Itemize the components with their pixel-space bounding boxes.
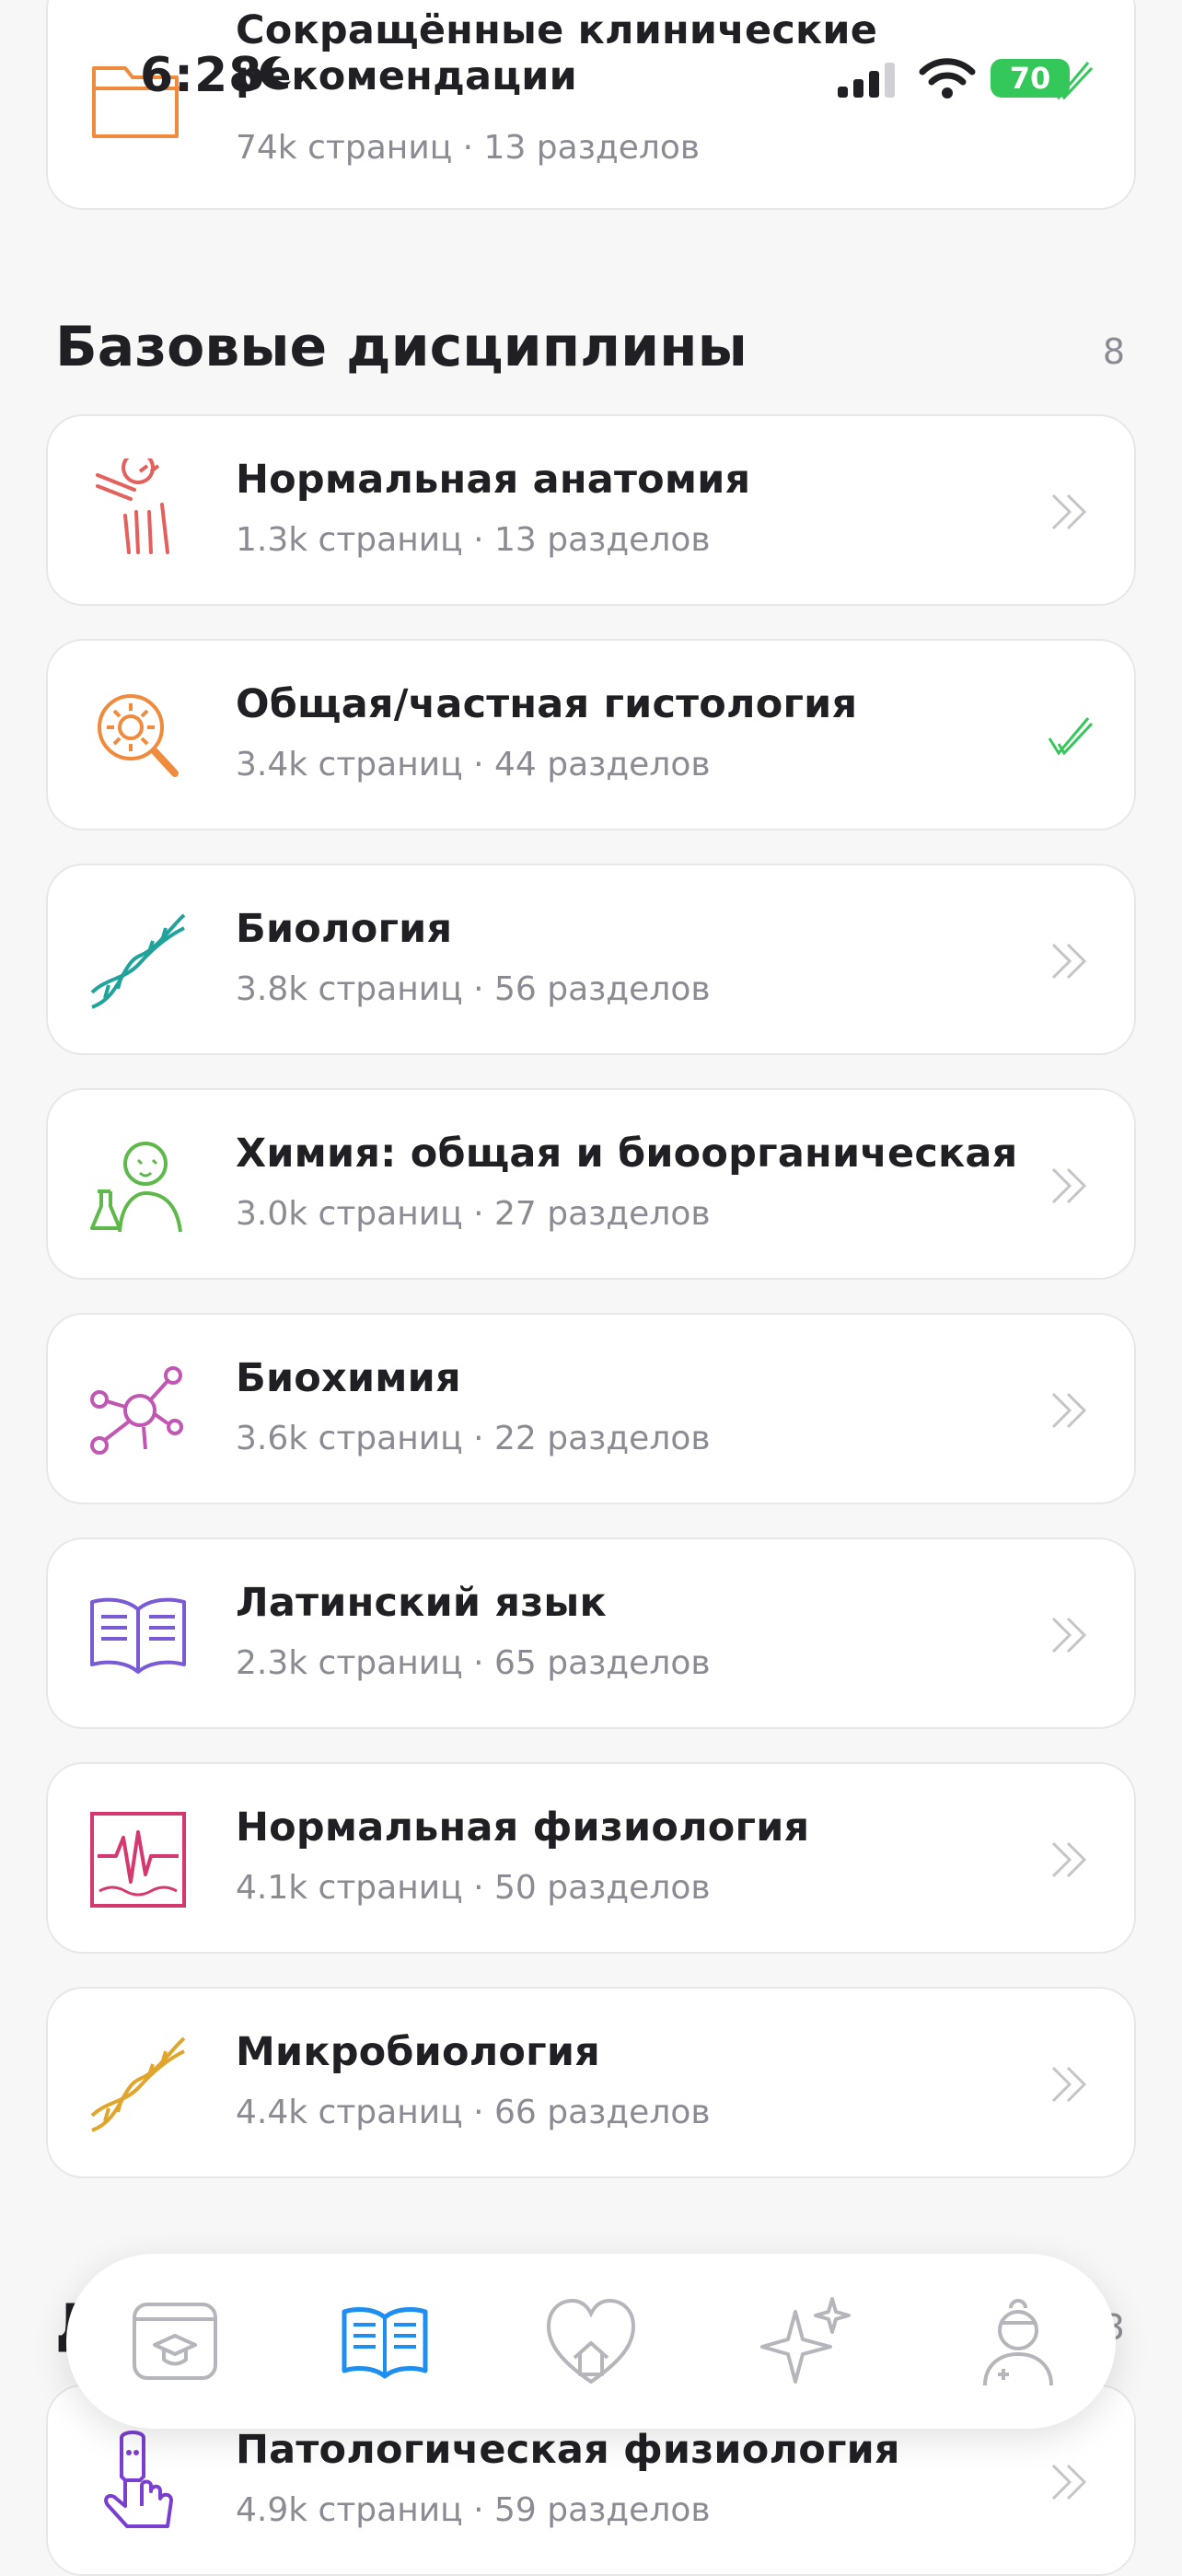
battery-level: 70 — [1009, 61, 1051, 96]
card-title: Латинский язык — [236, 1580, 607, 1626]
double-chevron-right-icon — [1051, 943, 1087, 980]
battery-indicator: 70 — [991, 59, 1070, 98]
molecule-icon — [90, 1366, 183, 1455]
card-physiology[interactable]: Нормальная физиология 4.1k страниц · 50 … — [46, 1762, 1136, 1954]
double-chevron-right-icon — [1051, 1841, 1087, 1878]
card-biology[interactable]: Биология 3.8k страниц · 56 разделов — [46, 864, 1136, 1055]
card-meta: 4.9k страниц · 59 разделов — [236, 2491, 711, 2529]
section-count-basic: 8 — [1102, 331, 1125, 372]
card-title: Патологическая физиология — [236, 2427, 900, 2473]
moon-icon — [260, 56, 291, 90]
dna-icon — [90, 913, 186, 1009]
tab-bar — [66, 2254, 1116, 2429]
section-title-basic: Базовые дисциплины — [55, 315, 747, 379]
double-chevron-right-icon — [1051, 1167, 1087, 1204]
card-microbiology[interactable]: Микробиология 4.4k страниц · 66 разделов — [46, 1987, 1136, 2178]
doctor-avatar-icon — [983, 2299, 1053, 2386]
card-meta: 3.6k страниц · 22 разделов — [236, 1420, 711, 1457]
check-icon — [1048, 717, 1094, 756]
signal-icon — [838, 63, 895, 98]
card-meta: 3.8k страниц · 56 разделов — [236, 970, 711, 1008]
card-meta: 4.1k страниц · 50 разделов — [236, 1869, 711, 1907]
anatomy-joint-icon — [96, 458, 169, 554]
card-title: Нормальная физиология — [236, 1804, 810, 1851]
card-title: Биология — [236, 906, 453, 952]
card-histology[interactable]: Общая/частная гистология 3.4k страниц · … — [46, 639, 1136, 830]
graduation-cap-window-icon — [133, 2303, 217, 2380]
card-meta: 74k страниц · 13 разделов — [236, 129, 701, 167]
double-chevron-right-icon — [1051, 493, 1087, 530]
card-meta: 4.4k страниц · 66 разделов — [236, 2094, 711, 2131]
open-book-icon — [90, 1597, 186, 1674]
open-book-icon — [342, 2307, 428, 2379]
card-title: Нормальная анатомия — [236, 457, 751, 503]
tab-profile[interactable] — [970, 2293, 1066, 2389]
tab-library[interactable] — [337, 2293, 433, 2389]
card-latin[interactable]: Латинский язык 2.3k страниц · 65 раздело… — [46, 1537, 1136, 1729]
finger-virus-icon — [104, 2431, 173, 2528]
tab-home[interactable] — [543, 2293, 639, 2389]
double-chevron-right-icon — [1051, 1392, 1087, 1429]
card-title: Биохимия — [236, 1355, 461, 1401]
chemist-flask-icon — [90, 1142, 182, 1233]
double-chevron-right-icon — [1051, 2066, 1087, 2103]
card-chemistry[interactable]: Химия: общая и биоорганическая 3.0k стра… — [46, 1088, 1136, 1280]
card-meta: 3.4k страниц · 44 разделов — [236, 746, 711, 783]
double-chevron-right-icon — [1051, 2464, 1087, 2501]
tab-courses[interactable] — [127, 2293, 223, 2389]
card-meta: 3.0k страниц · 27 разделов — [236, 1195, 711, 1233]
wifi-icon — [919, 58, 976, 99]
status-bar: 6:28 70 — [0, 0, 1182, 129]
card-title: Химия: общая и биоорганическая — [236, 1131, 1018, 1177]
card-normal-anatomy[interactable]: Нормальная анатомия 1.3k страниц · 13 ра… — [46, 414, 1136, 606]
card-biochemistry[interactable]: Биохимия 3.6k страниц · 22 разделов — [46, 1313, 1136, 1504]
card-meta: 2.3k страниц · 65 разделов — [236, 1644, 711, 1682]
card-title: Микробиология — [236, 2029, 600, 2075]
card-title: Общая/частная гистология — [236, 681, 858, 727]
microscope-cell-icon — [98, 694, 179, 777]
ecg-monitor-icon — [90, 1812, 186, 1908]
heart-house-icon — [546, 2298, 636, 2385]
double-chevron-right-icon — [1051, 1617, 1087, 1654]
status-time: 6:28 — [140, 48, 263, 103]
dna-yellow-icon — [90, 2036, 186, 2132]
sparkles-icon — [760, 2297, 851, 2384]
card-meta: 1.3k страниц · 13 разделов — [236, 521, 711, 559]
tab-ai[interactable] — [759, 2293, 854, 2389]
